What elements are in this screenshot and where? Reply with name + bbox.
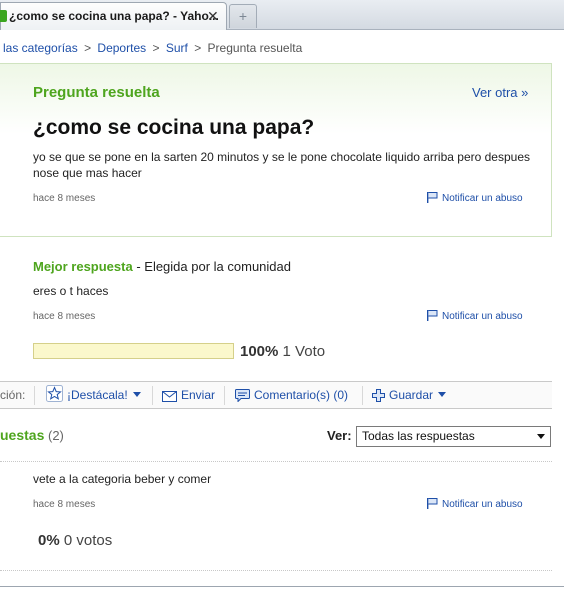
vote-count: 1 Voto [282, 343, 326, 360]
answer-timestamp: hace 8 meses [33, 499, 96, 510]
window-bottom-edge [0, 586, 564, 587]
breadcrumb-link-categorias[interactable]: las categorías [3, 41, 78, 55]
answer-vote-summary: 0% 0 votos [38, 532, 112, 549]
destacala-button[interactable]: ¡Destácala! [46, 382, 141, 408]
best-answer-body: eres o t haces [33, 284, 109, 298]
vote-progress-bar [33, 343, 234, 359]
breadcrumb-current: Pregunta resuelta [207, 41, 303, 55]
answers-filter-select[interactable]: Todas las respuestas [356, 426, 551, 447]
vote-percent: 0% [38, 532, 60, 549]
tab-title: ¿como se cocina una papa? - Yaho... [9, 9, 219, 23]
plus-icon [372, 389, 385, 402]
filter-label: Ver: [327, 428, 352, 443]
best-answer-section: Mejor respuesta - Elegida por la comunid… [0, 237, 552, 381]
report-abuse-link[interactable]: Notificar un abuso [427, 192, 523, 204]
best-answer-timestamp: hace 8 meses [33, 311, 96, 322]
new-tab-button[interactable]: + [229, 4, 257, 28]
action-bar-label: ción: [0, 388, 26, 402]
breadcrumb-separator: > [84, 41, 92, 55]
close-tab-icon[interactable]: ✕ [207, 7, 219, 25]
report-abuse-label: Notificar un abuso [442, 311, 523, 322]
divider [152, 386, 153, 405]
question-body: yo se que se pone en la sarten 20 minuto… [33, 150, 530, 180]
divider [34, 386, 35, 405]
answers-heading: uestas (2) [0, 427, 64, 443]
breadcrumb-separator: > [152, 41, 160, 55]
vote-progress-fill [34, 344, 233, 358]
guardar-button[interactable]: Guardar [372, 382, 447, 408]
envelope-icon [162, 391, 177, 402]
answer-body: vete a la categoria beber y comer [33, 472, 212, 486]
answers-title: uestas [0, 427, 45, 443]
action-bar: ción: ¡Destácala! Enviar Comentario(s) (… [0, 381, 552, 409]
browser-tab[interactable]: ¿como se cocina una papa? - Yaho... ✕ [0, 2, 227, 30]
browser-tab-strip: ¿como se cocina una papa? - Yaho... ✕ + [0, 0, 564, 30]
chevron-down-icon [438, 392, 447, 397]
comentarios-button[interactable]: Comentario(s) (0) [235, 382, 348, 408]
guardar-label: Guardar [389, 388, 434, 402]
best-answer-label: Mejor respuesta [33, 259, 133, 274]
vote-percent: 100% [240, 343, 279, 360]
comment-icon [235, 389, 250, 402]
flag-icon [427, 310, 438, 321]
enviar-label: Enviar [181, 388, 216, 402]
ver-otra-link[interactable]: Ver otra » [472, 85, 528, 100]
best-answer-chosen-by: - Elegida por la comunidad [136, 259, 291, 274]
report-abuse-link[interactable]: Notificar un abuso [427, 498, 523, 510]
flag-icon [427, 192, 438, 203]
vote-count: 0 votos [63, 532, 113, 549]
divider [0, 570, 552, 571]
question-status-label: Pregunta resuelta [33, 84, 160, 101]
question-panel: Pregunta resuelta Ver otra » ¿como se co… [0, 63, 552, 237]
breadcrumb-link-surf[interactable]: Surf [166, 41, 188, 55]
enviar-button[interactable]: Enviar [162, 382, 215, 408]
breadcrumb-link-deportes[interactable]: Deportes [97, 41, 146, 55]
breadcrumb: las categorías > Deportes > Surf > Pregu… [3, 41, 302, 55]
destacala-label: ¡Destácala! [67, 388, 128, 402]
divider [224, 386, 225, 405]
answers-count: (2) [47, 428, 64, 443]
flag-icon [427, 498, 438, 509]
report-abuse-label: Notificar un abuso [442, 193, 523, 204]
breadcrumb-separator: > [194, 41, 202, 55]
vote-summary: 100% 1 Voto [240, 343, 325, 360]
report-abuse-label: Notificar un abuso [442, 499, 523, 510]
best-answer-heading: Mejor respuesta - Elegida por la comunid… [33, 259, 291, 274]
favicon-icon [0, 10, 7, 22]
answers-filter-value: Todas las respuestas [362, 429, 475, 443]
star-icon [46, 385, 63, 402]
divider [362, 386, 363, 405]
question-title: ¿como se cocina una papa? [33, 116, 315, 139]
chevron-down-icon [537, 434, 545, 439]
divider [0, 461, 552, 462]
report-abuse-link[interactable]: Notificar un abuso [427, 310, 523, 322]
question-timestamp: hace 8 meses [33, 193, 96, 204]
comentarios-label: Comentario(s) (0) [254, 388, 349, 402]
chevron-down-icon [132, 392, 141, 397]
